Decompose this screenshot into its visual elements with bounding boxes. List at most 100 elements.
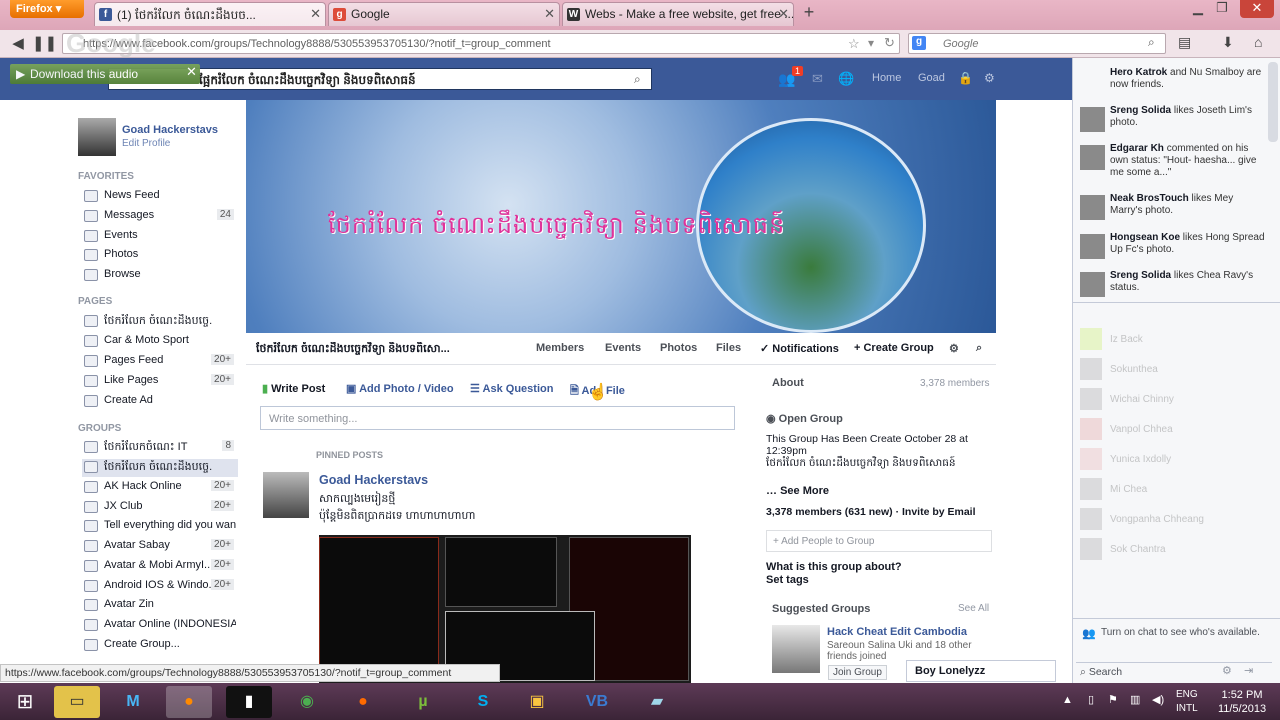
firefox-alt-icon[interactable]: ● xyxy=(340,686,386,718)
profile-link[interactable]: Goad xyxy=(918,72,945,84)
notepad-icon[interactable]: ▰ xyxy=(634,686,680,718)
skype-icon[interactable]: S xyxy=(460,686,506,718)
reload-icon[interactable]: ↻ xyxy=(884,35,895,51)
avatar[interactable] xyxy=(263,472,309,518)
restore-icon[interactable]: ❐ xyxy=(1212,0,1232,16)
tab-google[interactable]: g Google ✕ xyxy=(328,2,560,26)
sidebar-item-group[interactable]: AK Hack Online 20+ xyxy=(82,479,238,497)
tab-webs[interactable]: W Webs - Make a free website, get free .… xyxy=(562,2,794,26)
edit-profile-link[interactable]: Edit Profile xyxy=(122,138,170,149)
sidebar-item-page[interactable]: ថែករំលែក ចំណេះដឹងបច្ចេ... xyxy=(82,313,238,331)
terminal-icon[interactable]: ▮ xyxy=(226,686,272,718)
url-bar[interactable]: https://www.facebook.com/groups/Technolo… xyxy=(62,33,900,54)
chat-contact[interactable]: Sokunthea xyxy=(1076,357,1266,383)
search-input[interactable]: Google xyxy=(908,33,1166,54)
explorer-icon[interactable]: ▭ xyxy=(54,686,100,718)
avatar[interactable] xyxy=(78,118,116,156)
ask-question-button[interactable]: ☰ Ask Question xyxy=(470,382,553,395)
clock[interactable]: 1:52 PM 11/5/2013 xyxy=(1212,688,1272,716)
bookmarks-icon[interactable]: ▤ xyxy=(1178,34,1191,51)
sidebar-item-group[interactable]: Avatar Online (INDONESIA) xyxy=(82,617,238,635)
tray-usb-icon[interactable]: ▯ xyxy=(1088,693,1094,706)
gear-icon[interactable]: ⚙ xyxy=(949,342,959,355)
create-group-button[interactable]: + Create Group xyxy=(854,342,934,354)
chat-contact[interactable]: Mi Chea xyxy=(1076,477,1266,503)
group-name[interactable]: ថែករំលែក ចំណេះដឹងបច្ចេកវិទ្យា និងបទពិសោ.… xyxy=(256,342,516,358)
sidebar-item-group-selected[interactable]: ថែករំលែក ចំណេះដឹងបច្ចេ... xyxy=(82,459,238,477)
google-search-icon[interactable]: g xyxy=(912,36,926,50)
search-icon[interactable]: ⌕ xyxy=(1148,35,1155,50)
members-summary[interactable]: 3,378 members (631 new) · Invite by Emai… xyxy=(766,506,996,518)
search-icon[interactable]: ⌕ xyxy=(976,342,982,355)
see-more-link[interactable]: … See More xyxy=(766,485,829,497)
chat-popout-icon[interactable]: ⇥ xyxy=(1244,664,1253,677)
suggested-group-image[interactable] xyxy=(772,625,820,673)
tray-flag-icon[interactable]: ⚑ xyxy=(1108,693,1118,706)
write-post-button[interactable]: ▮ Write Post xyxy=(262,382,325,395)
sidebar-item-news-feed[interactable]: News Feed xyxy=(82,188,238,206)
firefox-menu-button[interactable]: Firefox ▾ xyxy=(10,0,84,18)
tab-photos[interactable]: Photos xyxy=(660,342,697,354)
sidebar-item-events[interactable]: Events xyxy=(82,228,238,246)
sidebar-item-pages-feed[interactable]: Pages Feed 20+ xyxy=(82,353,238,371)
suggested-group-name[interactable]: Hack Cheat Edit Cambodia xyxy=(827,626,967,638)
sidebar-item-like-pages[interactable]: Like Pages 20+ xyxy=(82,373,238,391)
tab-members[interactable]: Members xyxy=(536,342,584,354)
chat-tab-boy-lonelyzz[interactable]: Boy Lonelyzz xyxy=(906,660,1056,682)
sidebar-item-create-group[interactable]: Create Group... xyxy=(82,637,238,655)
close-tab-icon[interactable]: ✕ xyxy=(544,6,555,22)
home-icon[interactable]: ⌂ xyxy=(1254,34,1262,50)
tab-events[interactable]: Events xyxy=(605,342,641,354)
ticker-story[interactable]: Hero Katrok and Nu Smalboy are now frien… xyxy=(1076,67,1266,91)
chat-contact[interactable]: Vongpanha Chheang xyxy=(1076,507,1266,533)
download-icon[interactable]: ⬇ xyxy=(1222,34,1234,51)
sidebar-item-messages[interactable]: Messages 24 xyxy=(82,208,238,226)
tray-volume-icon[interactable]: ◀) xyxy=(1152,693,1164,706)
chat-contact[interactable]: Wichai Chinny xyxy=(1076,387,1266,413)
chat-contact[interactable]: Sok Chantra xyxy=(1076,537,1266,563)
sidebar-item-create-ad[interactable]: Create Ad xyxy=(82,393,238,411)
back-icon[interactable]: ◀ xyxy=(8,34,28,54)
chat-contact[interactable]: Yunica Ixdolly xyxy=(1076,447,1266,473)
minimize-icon[interactable]: ▁ xyxy=(1188,0,1208,16)
post-author[interactable]: Goad Hackerstavs xyxy=(319,473,428,487)
ticker-story[interactable]: Sreng Solida likes Chea Ravy's status. xyxy=(1076,270,1266,297)
close-tab-icon[interactable]: ✕ xyxy=(310,6,321,22)
sidebar-item-browse[interactable]: Browse xyxy=(82,267,238,285)
ticker-story[interactable]: Neak BrosTouch likes Mey Marry's photo. xyxy=(1076,193,1266,220)
tray-network-icon[interactable]: ▥ xyxy=(1130,693,1140,706)
sidebar-item-photos[interactable]: Photos xyxy=(82,247,238,265)
firefox-icon[interactable]: ● xyxy=(166,686,212,718)
globe-icon[interactable]: 🌐 xyxy=(838,71,854,87)
new-tab-button[interactable]: + xyxy=(796,2,822,26)
language-indicator[interactable]: ENG INTL xyxy=(1176,688,1198,716)
utorrent-icon[interactable]: µ xyxy=(400,686,446,718)
ticker-story[interactable]: Sreng Solida likes Joseth Lim's photo. xyxy=(1076,105,1266,132)
chat-search-input[interactable]: ⌕ Search xyxy=(1076,662,1272,680)
home-link[interactable]: Home xyxy=(872,72,901,84)
sidebar-item-group[interactable]: Android IOS & Windo... 20+ xyxy=(82,578,238,596)
sidebar-item-group[interactable]: Avatar Zin xyxy=(82,597,238,615)
sidebar-item-page[interactable]: Car & Moto Sport xyxy=(82,333,238,351)
messages-icon[interactable]: ✉ xyxy=(812,71,823,87)
folder-icon[interactable]: ▣ xyxy=(514,686,560,718)
profile-name[interactable]: Goad Hackerstavs xyxy=(122,124,218,136)
sidebar-item-group[interactable]: Tell everything did you wan... xyxy=(82,518,238,536)
visual-basic-icon[interactable]: VB xyxy=(574,686,620,718)
ticker-story[interactable]: Edgarar Kh commented on his own status: … xyxy=(1076,143,1266,179)
sidebar-item-group[interactable]: ថែករំលែកចំណេះ IT 8 xyxy=(82,439,238,457)
write-something-input[interactable]: Write something... xyxy=(260,406,735,430)
privacy-icon[interactable]: 🔒 xyxy=(958,71,973,85)
sidebar-item-group[interactable]: JX Club 20+ xyxy=(82,499,238,517)
close-icon[interactable]: ✕ xyxy=(186,64,197,80)
windows-start-icon[interactable]: ⊞ xyxy=(2,686,48,718)
scrollbar[interactable] xyxy=(1268,62,1278,142)
join-group-button[interactable]: Join Group xyxy=(828,665,887,680)
post-image[interactable] xyxy=(319,535,691,683)
tab-files[interactable]: Files xyxy=(716,342,741,354)
add-photo-button[interactable]: ▣ Add Photo / Video xyxy=(346,382,454,395)
maxthon-icon[interactable]: M xyxy=(110,686,156,718)
search-icon[interactable]: ⌕ xyxy=(634,72,641,87)
notifications-button[interactable]: ✓ Notifications xyxy=(760,342,839,355)
turn-on-chat-link[interactable]: Turn on chat to see who's available. xyxy=(1101,627,1261,639)
